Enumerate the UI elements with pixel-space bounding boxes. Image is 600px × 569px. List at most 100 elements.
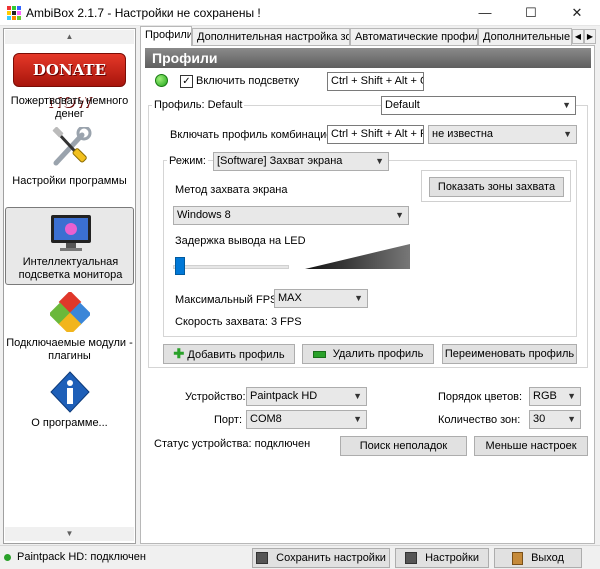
capture-method-select-value: Windows 8: [177, 209, 231, 221]
sidebar-item-donate[interactable]: DONATE NOW Пожертвовать немного денег: [5, 47, 134, 120]
door-icon: [512, 551, 523, 565]
tab-scroll-left[interactable]: ◀: [572, 29, 584, 44]
puzzle-icon: [50, 292, 90, 332]
troubleshoot-button[interactable]: Поиск неполадок: [340, 436, 467, 456]
chevron-down-icon: ▼: [395, 210, 404, 220]
zones-select[interactable]: 30 ▼: [529, 410, 581, 429]
profile-select[interactable]: Default ▼: [381, 96, 576, 115]
panel-header: Профили: [145, 48, 591, 68]
status-indicator: [155, 74, 168, 87]
max-fps-select-value: MAX: [278, 292, 302, 304]
device-status-text: Статус устройства: подключен: [154, 438, 311, 450]
tools-icon: [52, 127, 92, 166]
sidebar: ▲ DONATE NOW Пожертвовать немного денег …: [3, 28, 136, 544]
connection-icon: [4, 554, 11, 561]
mode-label: Режим:: [167, 155, 208, 167]
device-select[interactable]: Paintpack HD ▼: [246, 387, 367, 406]
sidebar-item-settings[interactable]: Настройки программы: [5, 121, 134, 191]
led-delay-label: Задержка вывода на LED: [175, 235, 306, 247]
chevron-down-icon: ▼: [354, 293, 363, 303]
mode-select[interactable]: [Software] Захват экрана ▼: [213, 152, 389, 171]
window-title: AmbiBox 2.1.7 - Настройки не сохранены !: [26, 6, 261, 20]
chevron-down-icon: ▼: [562, 100, 571, 110]
unknown-select-value: не известна: [432, 128, 494, 140]
scroll-down-arrow[interactable]: ▼: [5, 527, 134, 541]
floppy-icon: [405, 552, 417, 565]
exit-button[interactable]: Выход: [494, 548, 582, 568]
chevron-down-icon: ▼: [567, 414, 576, 424]
sidebar-item-label: Интеллектуальная подсветка монитора: [18, 256, 123, 281]
add-profile-button[interactable]: ✚ Добавить профиль: [163, 344, 295, 364]
color-order-select[interactable]: RGB ▼: [529, 387, 581, 406]
unknown-select[interactable]: не известна ▼: [428, 125, 577, 144]
chevron-down-icon: ▼: [353, 414, 362, 424]
monitor-icon: [51, 215, 91, 251]
capture-speed-text: Скорость захвата: 3 FPS: [175, 316, 302, 328]
info-icon: [50, 371, 90, 413]
app-icon: [7, 6, 21, 20]
rename-profile-button[interactable]: Переименовать профиль: [442, 344, 577, 364]
device-select-value: Paintpack HD: [250, 390, 318, 402]
settings-label: Настройки: [425, 552, 479, 564]
port-select-value: COM8: [250, 413, 282, 425]
profile-group-title: Профиль: Default: [152, 99, 245, 111]
capture-method-label: Метод захвата экрана: [175, 184, 288, 196]
minimize-button[interactable]: —: [462, 0, 508, 26]
status-text: Paintpack HD: подключен: [17, 551, 146, 563]
profile-hotkey-input[interactable]: Ctrl + Shift + Alt + P: [327, 125, 424, 144]
close-button[interactable]: ✕: [554, 0, 600, 26]
show-zones-button[interactable]: Показать зоны захвата: [429, 177, 564, 197]
port-label: Порт:: [214, 414, 242, 426]
zones-select-value: 30: [533, 413, 546, 425]
tab-zone-settings[interactable]: Дополнительная настройка зон: [192, 28, 350, 45]
maximize-button[interactable]: ☐: [508, 0, 554, 26]
chevron-down-icon: ▼: [563, 129, 572, 139]
settings-button[interactable]: Настройки: [395, 548, 489, 568]
tab-scroll-right[interactable]: ▶: [584, 29, 596, 44]
color-order-label: Порядок цветов:: [438, 391, 523, 403]
sidebar-item-label: О программе...: [31, 417, 108, 429]
status-bar: Paintpack HD: подключен Сохранить настро…: [0, 545, 600, 569]
delete-profile-label: Удалить профиль: [332, 348, 424, 360]
sidebar-item-plugins[interactable]: Подключаемые модули - плагины: [5, 289, 134, 364]
slider-track: [173, 265, 289, 269]
chevron-down-icon: ▼: [353, 391, 362, 401]
save-settings-label: Сохранить настройки: [276, 552, 386, 564]
floppy-icon: [256, 552, 269, 565]
add-profile-label: Добавить профиль: [187, 349, 285, 361]
color-order-select-value: RGB: [533, 390, 557, 402]
title-bar: AmbiBox 2.1.7 - Настройки не сохранены !…: [0, 0, 600, 26]
backlight-hotkey-input[interactable]: Ctrl + Shift + Alt + O: [327, 72, 424, 91]
enable-backlight-checkbox[interactable]: ✓: [180, 75, 193, 88]
tab-profiles[interactable]: Профили: [140, 26, 192, 46]
save-settings-button[interactable]: Сохранить настройки: [252, 548, 390, 568]
enable-backlight-label: Включить подсветку: [196, 75, 300, 87]
chevron-down-icon: ▼: [375, 156, 384, 166]
max-fps-label: Максимальный FPS: [175, 294, 278, 306]
capture-method-select[interactable]: Windows 8 ▼: [173, 206, 409, 225]
port-select[interactable]: COM8 ▼: [246, 410, 367, 429]
delay-ramp-graphic: [305, 244, 410, 269]
mode-select-value: [Software] Захват экрана: [217, 155, 343, 167]
chevron-down-icon: ▼: [567, 391, 576, 401]
exit-label: Выход: [531, 552, 564, 564]
plus-icon: ✚: [173, 346, 185, 361]
enable-profile-label: Включать профиль комбинацией:: [170, 129, 342, 141]
sidebar-item-label: Подключаемые модули - плагины: [6, 337, 133, 362]
less-settings-button[interactable]: Меньше настроек: [474, 436, 588, 456]
max-fps-select[interactable]: MAX ▼: [274, 289, 368, 308]
led-delay-slider[interactable]: [173, 257, 289, 277]
sidebar-item-about[interactable]: О программе...: [5, 369, 134, 431]
profile-select-value: Default: [385, 99, 420, 111]
sidebar-item-label: Настройки программы: [12, 175, 127, 187]
device-label: Устройство:: [185, 391, 246, 403]
sidebar-item-monitor[interactable]: Интеллектуальная подсветка монитора: [5, 207, 134, 285]
donate-icon: DONATE NOW: [13, 53, 126, 111]
tab-auto-profiles[interactable]: Автоматические профили: [350, 28, 478, 45]
tab-additional[interactable]: Дополнительные н: [478, 28, 572, 45]
scroll-up-arrow[interactable]: ▲: [5, 30, 134, 44]
sidebar-item-label: Пожертвовать немного денег: [10, 95, 129, 120]
delete-profile-button[interactable]: Удалить профиль: [302, 344, 434, 364]
slider-thumb[interactable]: [175, 257, 185, 275]
minus-icon: [312, 350, 326, 358]
